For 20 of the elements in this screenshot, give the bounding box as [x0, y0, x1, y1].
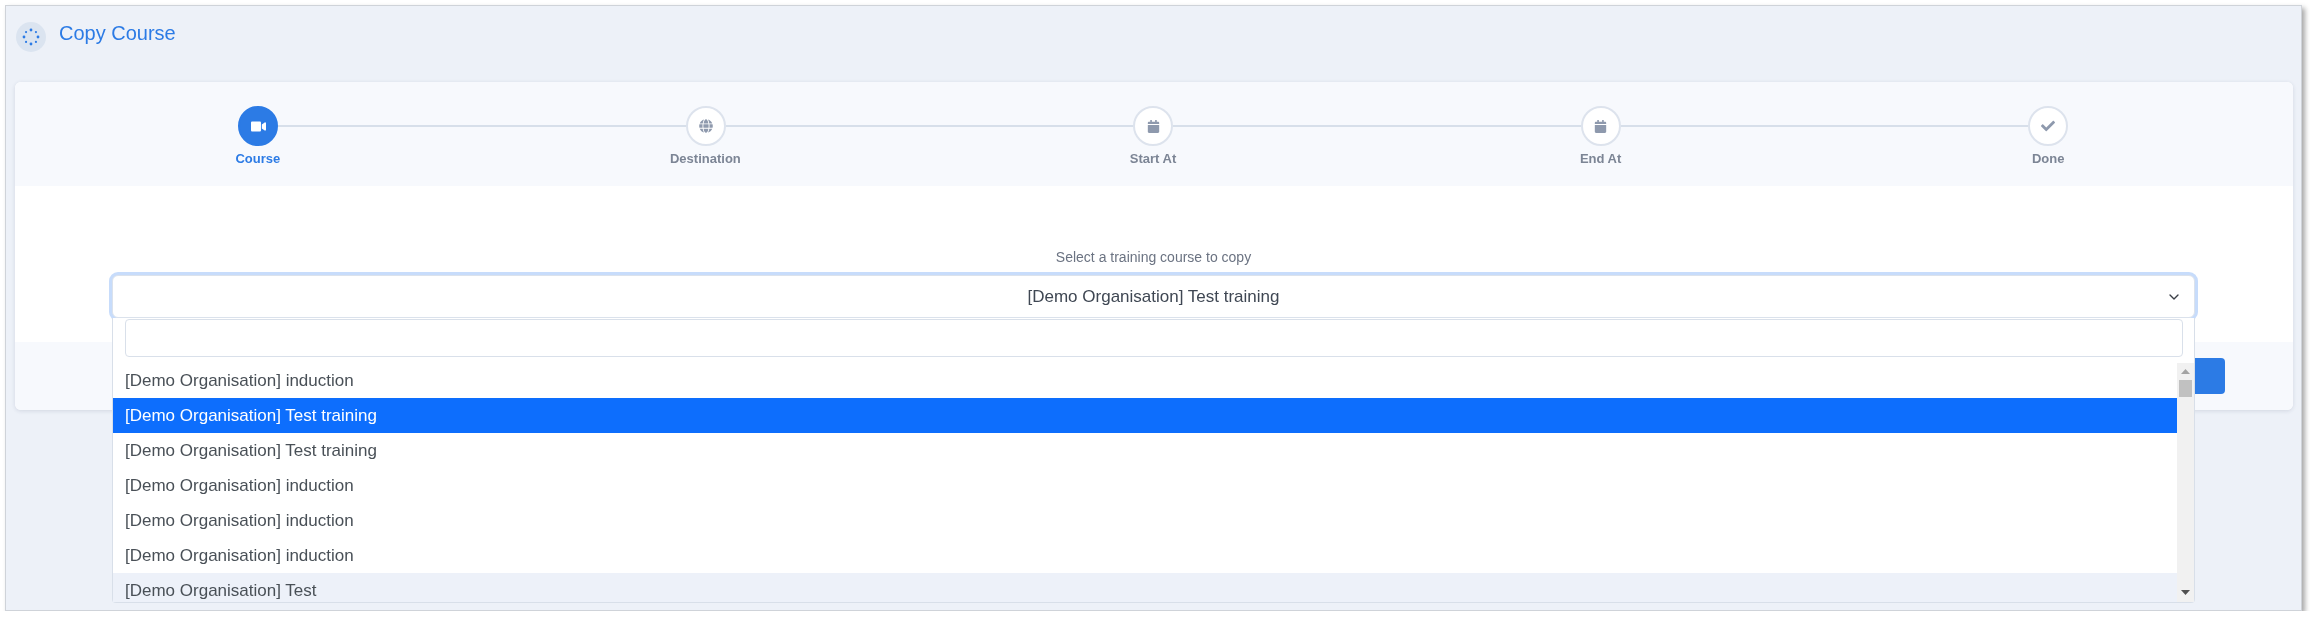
- scroll-up-icon[interactable]: [2181, 369, 2190, 374]
- dropdown-option[interactable]: [Demo Organisation] Test: [113, 573, 2177, 602]
- search-field[interactable]: [125, 319, 2183, 357]
- field-label: Select a training course to copy: [1055, 248, 1252, 266]
- step-label: Done: [2031, 151, 2065, 167]
- step-label: End At: [1579, 151, 1622, 167]
- calendar-icon: [1594, 119, 1607, 133]
- checkmark-icon: [2041, 119, 2055, 133]
- scroll-down-icon[interactable]: [2181, 590, 2190, 595]
- step-label: Course: [235, 151, 281, 167]
- course-select[interactable]: [Demo Organisation] Test training: [112, 275, 2195, 318]
- step-label: Destination: [670, 151, 741, 167]
- step-label: Start At: [1129, 151, 1177, 167]
- scroll-thumb[interactable]: [2179, 380, 2192, 397]
- scrollbar[interactable]: [2177, 363, 2194, 602]
- spinner-icon: [16, 22, 46, 52]
- dropdown-option[interactable]: [Demo Organisation] Test training: [113, 398, 2177, 433]
- globe-icon: [698, 119, 713, 133]
- calendar-icon: [1146, 119, 1160, 133]
- page-title: Copy Course: [59, 21, 176, 45]
